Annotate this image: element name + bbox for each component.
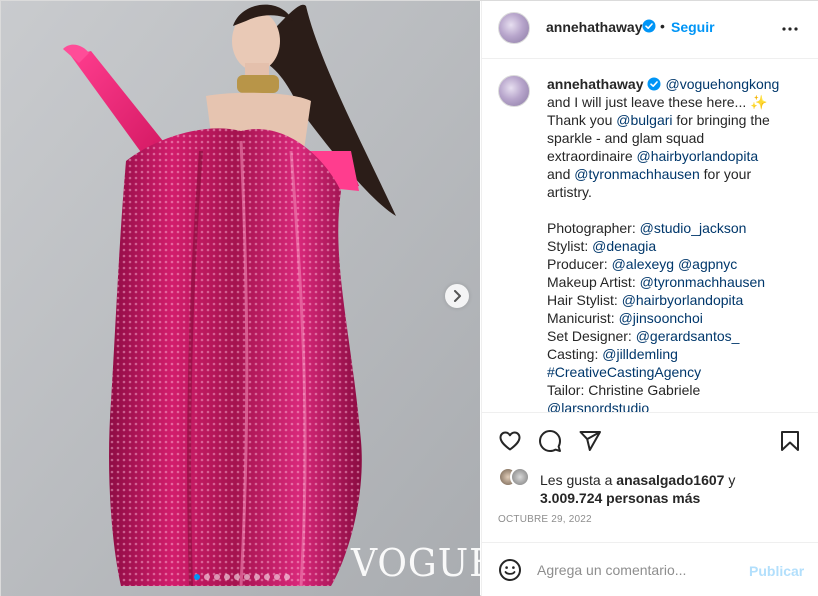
comments-scroll-area[interactable]: annehathaway @voguehongkong and I will jus…	[482, 60, 818, 412]
caption-line: Set Designer: @gerardsantos_	[547, 327, 809, 345]
verified-badge-icon	[647, 77, 661, 91]
caption-line: Casting: @jilldemling	[547, 345, 809, 363]
carousel-dot	[214, 574, 220, 580]
caption-line: Producer: @alexeyg @agpnyc	[547, 255, 809, 273]
likes-prefix: Les gusta a	[540, 472, 617, 488]
caption-text: Manicurist:	[547, 310, 619, 326]
caption-author-avatar[interactable]	[498, 75, 530, 107]
caption-line: Hair Stylist: @hairbyorlandopita	[547, 291, 809, 309]
caption-line: Tailor: Christine Gabriele	[547, 381, 809, 399]
post-photo	[1, 1, 480, 596]
caption-text: Hair Stylist:	[547, 292, 622, 308]
liker-avatar[interactable]	[510, 467, 530, 487]
author-username[interactable]: annehathaway	[546, 19, 642, 35]
post-header: annehathaway • Seguir	[482, 1, 818, 59]
caption-text: Thank you	[547, 112, 617, 128]
caption-text: Casting:	[547, 346, 603, 362]
caption-text: and I will just leave these here...	[547, 94, 751, 110]
caption-line: Photographer: @studio_jackson	[547, 219, 809, 237]
caption-line: and @tyronmachhausen for your	[547, 165, 809, 183]
more-horizontal-icon[interactable]	[778, 17, 802, 41]
vogue-watermark: VOGUE	[351, 541, 480, 585]
caption-line: @larsnordstudio	[547, 399, 809, 412]
caption-line: #CreativeCastingAgency	[547, 363, 809, 381]
caption-line: Manicurist: @jinsoonchoi	[547, 309, 809, 327]
caption-mention-link[interactable]: @hairbyorlandopita	[622, 292, 744, 308]
caption-mention-link[interactable]: @jilldemling	[602, 346, 678, 362]
caption-text: for your	[699, 166, 752, 182]
caption-mention-link[interactable]: @voguehongkong	[665, 76, 779, 92]
emoji-smiley-icon[interactable]	[498, 558, 522, 582]
caption-line: Makeup Artist: @tyronmachhausen	[547, 273, 809, 291]
caption-text: extraordinaire	[547, 148, 637, 164]
caption-mention-link[interactable]: @studio_jackson	[640, 220, 747, 236]
comment-input[interactable]	[537, 555, 737, 585]
caption-mention-link[interactable]: @agpnyc	[678, 256, 737, 272]
carousel-dot	[284, 574, 290, 580]
paper-plane-icon[interactable]	[578, 429, 602, 453]
caption-text: Producer:	[547, 256, 612, 272]
heart-icon[interactable]	[498, 429, 522, 453]
caption-text: and	[547, 166, 575, 182]
post-side-panel: annehathaway • Seguir annehathaway @vogue…	[481, 1, 818, 596]
post-caption: annehathaway @voguehongkong and I will jus…	[547, 75, 809, 412]
caption-text: Photographer:	[547, 220, 640, 236]
carousel-dot	[194, 574, 200, 580]
likes-text[interactable]: Les gusta a anasalgado1607 y 3.009.724 p…	[540, 471, 810, 507]
chevron-right-icon	[454, 290, 461, 302]
post-date[interactable]: OCTUBRE 29, 2022	[498, 514, 592, 525]
carousel-dot	[204, 574, 210, 580]
caption-text: artistry.	[547, 184, 592, 200]
caption-mention-link[interactable]: @gerardsantos_	[636, 328, 740, 344]
instagram-post-dialog: VOGUE annehathaway • Seguir	[0, 0, 818, 596]
likes-count-link[interactable]: 3.009.724 personas más	[540, 490, 700, 506]
caption-line: extraordinaire @hairbyorlandopita	[547, 147, 809, 165]
carousel-indicator	[194, 574, 290, 580]
caption-line: Thank you @bulgari for bringing the	[547, 111, 809, 129]
caption-line: annehathaway @voguehongkong	[547, 75, 809, 93]
add-comment-bar: Publicar	[482, 542, 818, 596]
publish-button[interactable]: Publicar	[749, 563, 804, 579]
caption-mention-link[interactable]: @bulgari	[616, 112, 672, 128]
caption-text: Set Designer:	[547, 328, 636, 344]
caption-mention-link[interactable]: @alexeyg	[612, 256, 674, 272]
caption-text: sparkle - and glam squad	[547, 130, 705, 146]
post-media[interactable]: VOGUE	[1, 1, 480, 596]
carousel-dot	[234, 574, 240, 580]
caption-author-username[interactable]: annehathaway	[547, 76, 643, 92]
caption-mention-link[interactable]: @denagia	[592, 238, 656, 254]
carousel-dot	[264, 574, 270, 580]
follow-button[interactable]: Seguir	[671, 19, 715, 35]
carousel-dot	[274, 574, 280, 580]
first-liker-link[interactable]: anasalgado1607	[616, 472, 724, 488]
verified-badge-icon	[642, 19, 656, 33]
carousel-dot	[254, 574, 260, 580]
caption-mention-link[interactable]: @hairbyorlandopita	[637, 148, 759, 164]
caption-mention-link[interactable]: #CreativeCastingAgency	[547, 364, 701, 380]
action-bar	[482, 412, 818, 464]
likes-connector: y	[724, 472, 736, 488]
caption-mention-link[interactable]: @tyronmachhausen	[574, 166, 700, 182]
caption-text: Makeup Artist:	[547, 274, 640, 290]
caption-text: for bringing the	[672, 112, 770, 128]
comment-bubble-icon[interactable]	[538, 429, 562, 453]
author-avatar[interactable]	[498, 12, 530, 44]
header-separator: •	[660, 18, 665, 34]
carousel-next-button[interactable]	[445, 284, 469, 308]
bookmark-icon[interactable]	[778, 429, 802, 453]
caption-text: Tailor: Christine Gabriele	[547, 382, 701, 398]
caption-text: Stylist:	[547, 238, 593, 254]
sparkles-emoji: ✨	[750, 94, 768, 110]
caption-mention-link[interactable]: @tyronmachhausen	[640, 274, 766, 290]
caption-mention-link[interactable]: @larsnordstudio	[547, 400, 649, 412]
caption-line: Stylist: @denagia	[547, 237, 809, 255]
caption-line: and I will just leave these here... ✨	[547, 93, 809, 111]
caption-line: artistry.	[547, 183, 809, 201]
carousel-dot	[244, 574, 250, 580]
caption-mention-link[interactable]: @jinsoonchoi	[619, 310, 703, 326]
carousel-dot	[224, 574, 230, 580]
caption-line: sparkle - and glam squad	[547, 129, 809, 147]
